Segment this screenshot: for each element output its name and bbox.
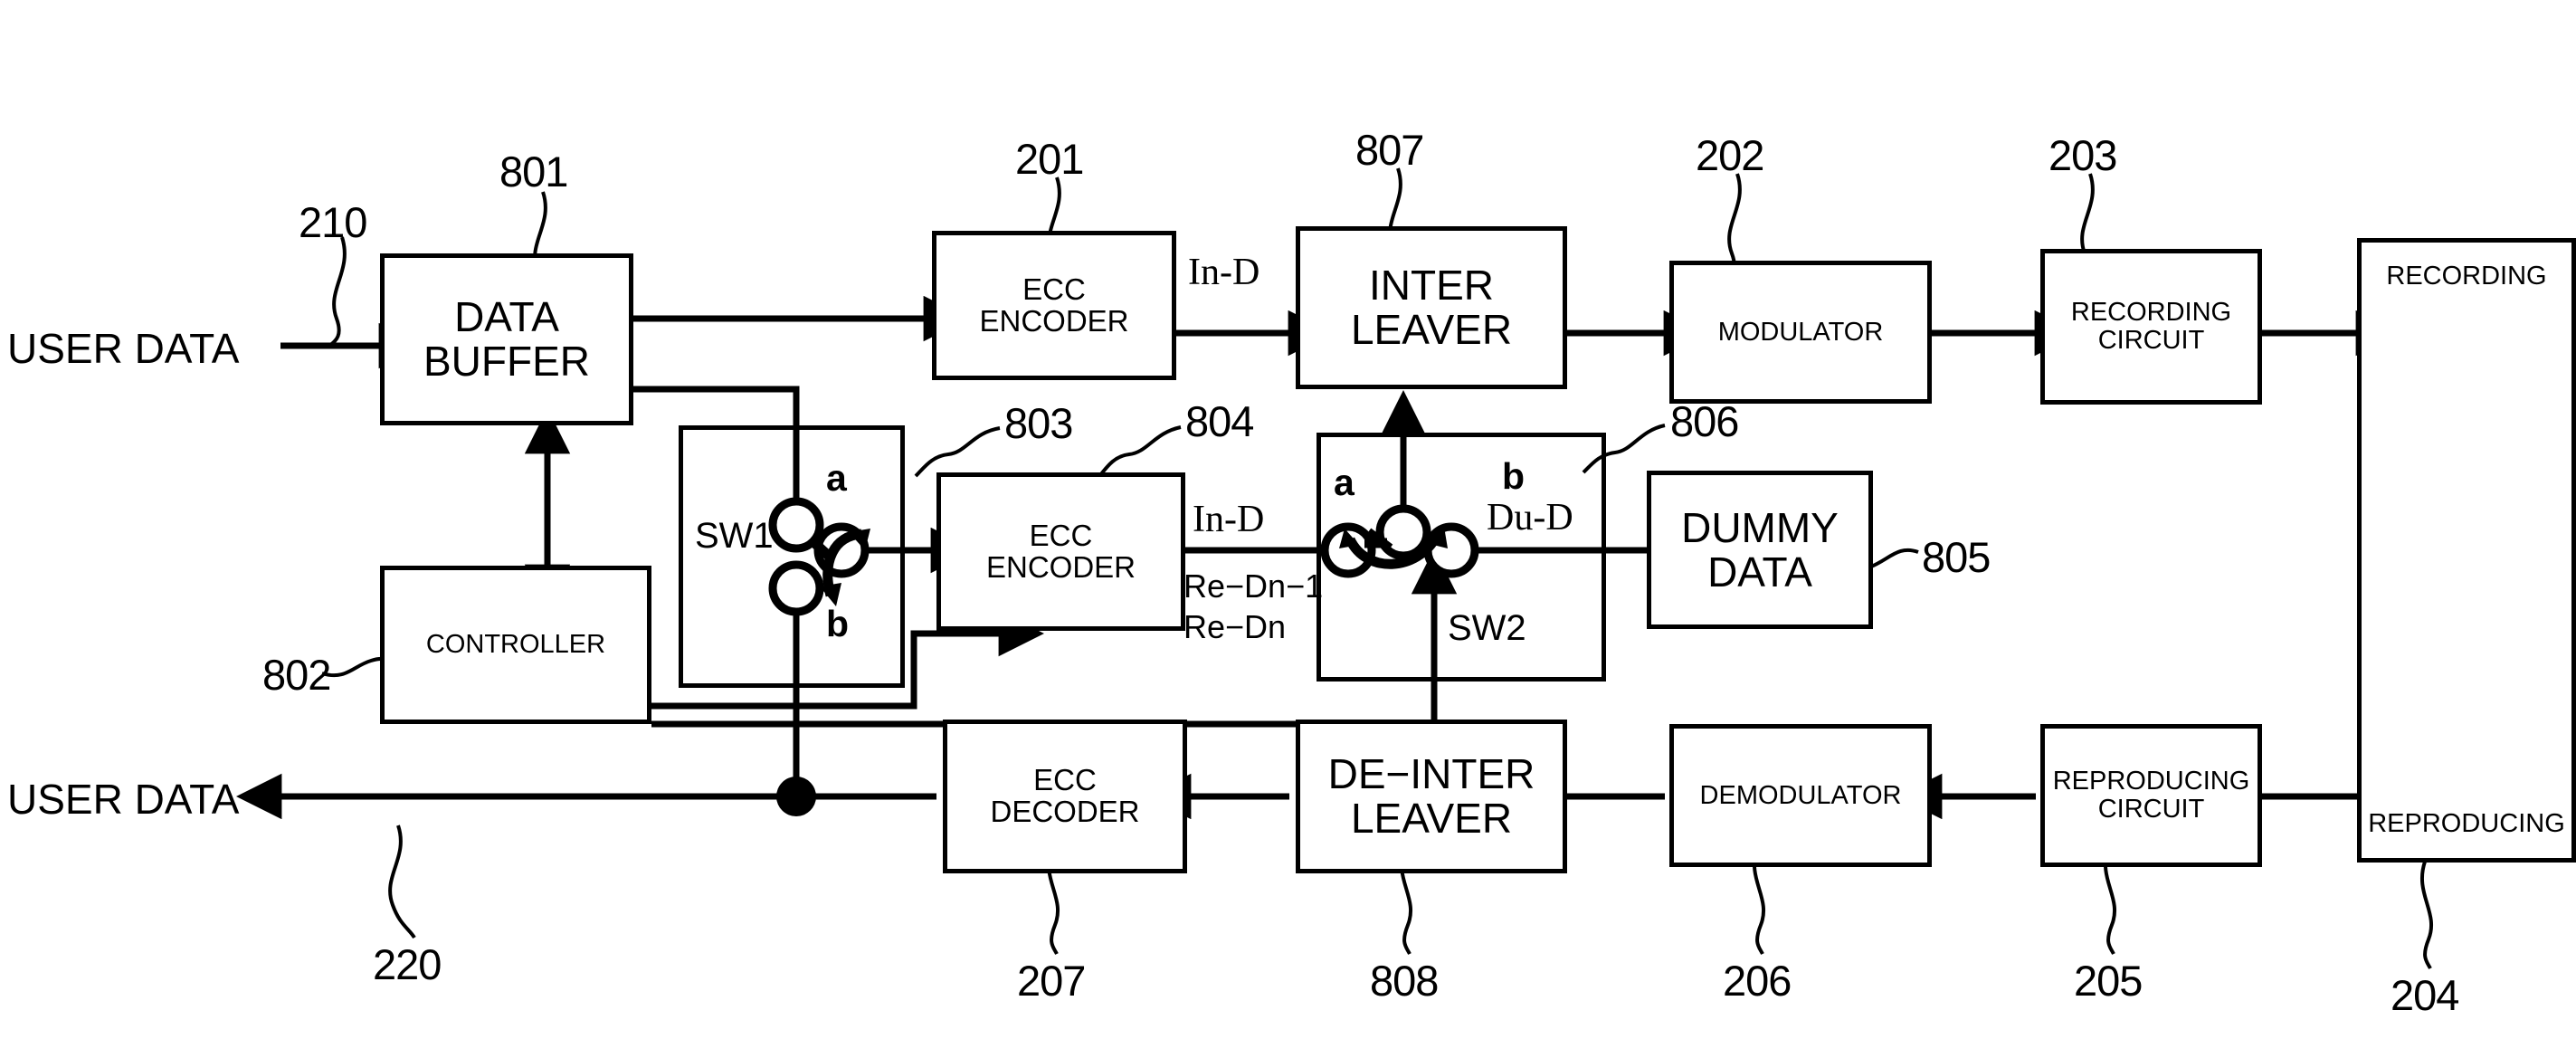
block-interleaver[interactable]: INTER LEAVER	[1296, 226, 1567, 389]
label-sw1-name: SW1	[695, 516, 774, 556]
label-sw2-name: SW2	[1448, 608, 1526, 648]
label-user-data-input: USER DATA	[7, 325, 240, 372]
ecc-encoder-main-line1: ECC	[1022, 272, 1086, 306]
recording-circuit-line1: RECORDING	[2070, 298, 2232, 328]
deinterleaver-line2: LEAVER	[1350, 795, 1513, 842]
label-sw1-terminal-b: b	[826, 603, 850, 644]
label-in-d-mid: In-D	[1193, 499, 1265, 540]
modulator-label: MODULATOR	[1717, 317, 1884, 347]
leader-803	[914, 426, 1001, 478]
label-re-dn-1: Re−Dn−1	[1183, 567, 1324, 605]
block-recording-circuit[interactable]: RECORDING CIRCUIT	[2040, 249, 2262, 405]
switch-sw1-enclosure[interactable]	[679, 425, 905, 688]
deinterleaver-line1: DE−INTER	[1327, 750, 1535, 798]
ref-202: 202	[1696, 131, 1764, 179]
ecc-encoder-main-line2: ENCODER	[979, 303, 1129, 338]
ref-207: 207	[1017, 957, 1086, 1005]
ref-206: 206	[1723, 957, 1792, 1005]
ref-807: 807	[1355, 126, 1424, 174]
block-ecc-encoder-main[interactable]: ECC ENCODER	[932, 231, 1176, 380]
ref-203: 203	[2048, 131, 2117, 179]
interleaver-line2: LEAVER	[1350, 306, 1513, 353]
reproducing-circuit-line1: REPRODUCING	[2052, 767, 2250, 796]
block-recording-medium[interactable]: RECORDING REPRODUCING	[2357, 238, 2576, 863]
ref-806: 806	[1670, 397, 1739, 445]
block-dummy-data[interactable]: DUMMY DATA	[1647, 471, 1873, 629]
ref-220: 220	[373, 940, 442, 988]
block-ecc-encoder-sub[interactable]: ECC ENCODER	[936, 472, 1185, 631]
data-buffer-line1: DATA	[454, 293, 559, 341]
dummy-data-line2: DATA	[1707, 548, 1812, 596]
controller-label: CONTROLLER	[425, 630, 606, 660]
ref-808: 808	[1370, 957, 1439, 1005]
patent-figure-canvas: DATA BUFFER CONTROLLER ECC ENCODER INTER…	[0, 0, 2576, 1039]
block-demodulator[interactable]: DEMODULATOR	[1669, 724, 1932, 867]
label-in-d-top: In-D	[1188, 252, 1260, 293]
interleaver-line1: INTER	[1369, 262, 1494, 310]
ecc-decoder-line1: ECC	[1033, 763, 1097, 797]
junction-dot	[776, 777, 816, 816]
ref-204: 204	[2391, 971, 2459, 1019]
ref-205: 205	[2074, 957, 2143, 1005]
recording-circuit-line2: CIRCUIT	[2097, 326, 2205, 355]
demodulator-label: DEMODULATOR	[1699, 780, 1902, 810]
block-controller[interactable]: CONTROLLER	[380, 566, 651, 724]
leader-220	[388, 825, 416, 939]
medium-bottom-label: REPRODUCING	[2368, 809, 2565, 839]
data-buffer-line2: BUFFER	[423, 338, 590, 385]
leader-210	[326, 236, 347, 349]
ecc-encoder-sub-line2: ENCODER	[985, 549, 1136, 584]
ref-802: 802	[262, 651, 331, 699]
ref-803: 803	[1004, 399, 1073, 447]
label-sw1-terminal-a: a	[826, 457, 847, 499]
block-ecc-decoder[interactable]: ECC DECODER	[943, 720, 1187, 873]
medium-top-label: RECORDING	[2386, 262, 2547, 291]
leader-204	[2419, 861, 2434, 969]
label-re-dn: Re−Dn	[1183, 608, 1287, 645]
ref-201: 201	[1015, 135, 1084, 183]
label-sw2-terminal-a: a	[1334, 462, 1355, 503]
reproducing-circuit-line2: CIRCUIT	[2097, 795, 2205, 824]
ref-801: 801	[499, 148, 568, 195]
label-user-data-output: USER DATA	[7, 776, 240, 823]
dummy-data-line1: DUMMY	[1681, 503, 1839, 551]
label-du-d: Du-D	[1487, 497, 1573, 539]
block-data-buffer[interactable]: DATA BUFFER	[380, 253, 633, 425]
ecc-decoder-line2: DECODER	[990, 795, 1140, 828]
diagram-wires-layer	[236, 167, 2543, 969]
block-deinterleaver[interactable]: DE−INTER LEAVER	[1296, 720, 1567, 873]
ref-804: 804	[1185, 397, 1254, 445]
ref-210: 210	[299, 198, 367, 246]
ref-805: 805	[1922, 533, 1991, 581]
block-modulator[interactable]: MODULATOR	[1669, 261, 1932, 404]
ecc-encoder-sub-line1: ECC	[1029, 518, 1093, 552]
label-sw2-terminal-b: b	[1502, 455, 1526, 497]
block-reproducing-circuit[interactable]: REPRODUCING CIRCUIT	[2040, 724, 2262, 867]
